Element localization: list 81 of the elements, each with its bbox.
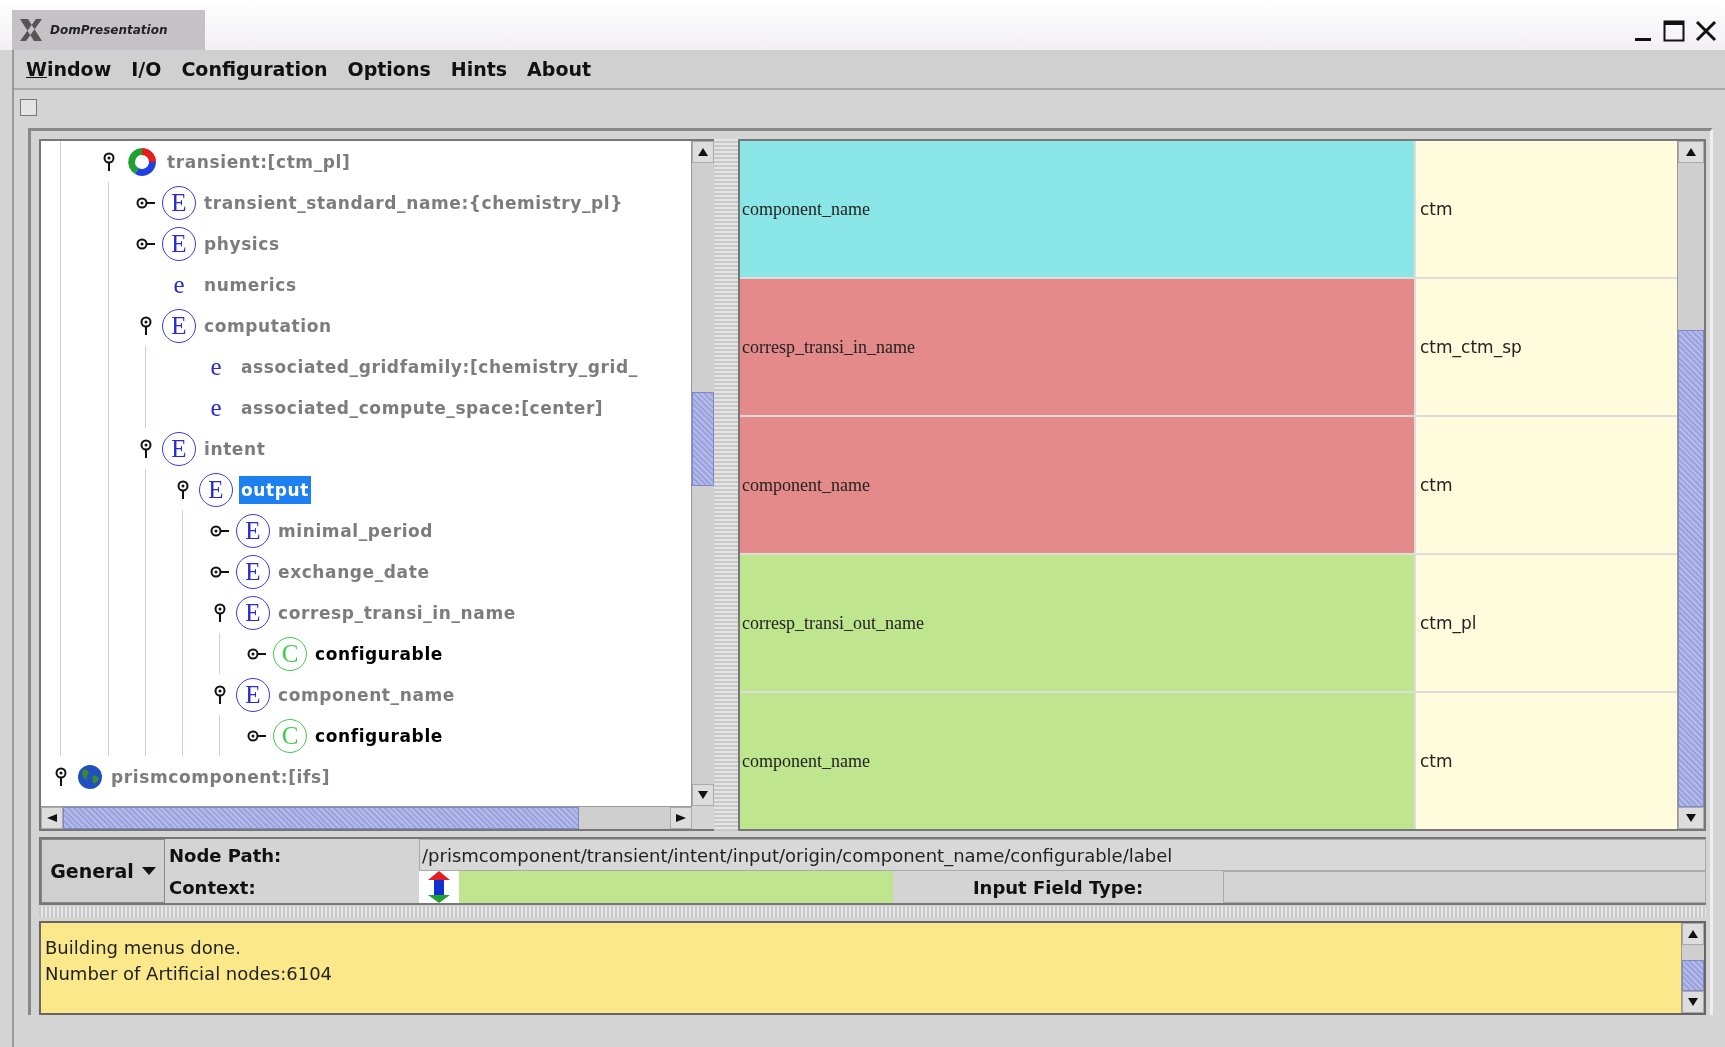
letter-icon: e xyxy=(199,390,233,425)
arrow-up-icon[interactable] xyxy=(1688,930,1698,938)
collapsed-handle-icon[interactable] xyxy=(247,647,267,660)
table-cell: ctm xyxy=(1416,141,1677,277)
collapsed-handle-icon[interactable] xyxy=(247,729,267,742)
tree-node[interactable]: associated_gridfamily:[chemistry_grid_ xyxy=(239,352,640,381)
context-label: Context: xyxy=(169,876,257,898)
tree-node[interactable]: configurable xyxy=(313,639,445,668)
tree-node[interactable]: minimal_period xyxy=(276,516,436,545)
scrollbar-thumb[interactable] xyxy=(692,392,714,486)
collapsed-handle-icon[interactable] xyxy=(136,237,156,250)
letter-icon: e xyxy=(199,349,233,384)
tree-node[interactable]: numerics xyxy=(202,270,299,299)
expanded-handle-icon[interactable] xyxy=(55,766,67,787)
tree-node[interactable]: transient:[ctm_pl] xyxy=(165,147,353,176)
expanded-handle-icon[interactable] xyxy=(140,438,152,459)
menu-item[interactable]: Hints xyxy=(450,58,508,80)
node-path-field[interactable]: /prismcomponent/transient/intent/input/origin/component_name/configurable/label xyxy=(419,839,1706,871)
tree-node[interactable]: component_name xyxy=(276,680,457,709)
arrow-down-icon[interactable] xyxy=(698,791,708,799)
arrow-up-icon[interactable] xyxy=(1686,148,1696,156)
globe-icon xyxy=(77,763,103,790)
menu-item[interactable]: Configuration xyxy=(181,58,328,80)
arrow-up-icon[interactable] xyxy=(698,148,708,156)
log-line: Building menus done. xyxy=(45,936,242,960)
table-cell: corresp_transi_out_name xyxy=(740,555,1414,691)
node-path-label: Node Path: xyxy=(169,844,283,866)
table-cell: ctm xyxy=(1416,417,1677,553)
tree-node[interactable]: prismcomponent:[ifs] xyxy=(109,762,333,791)
table-cell: ctm_pl xyxy=(1416,555,1677,691)
table-cell: corresp_transi_in_name xyxy=(740,279,1414,415)
table-cell: ctm xyxy=(1416,693,1677,829)
expanded-handle-icon[interactable] xyxy=(214,602,226,623)
scrollbar-thumb[interactable] xyxy=(1678,330,1704,807)
input-field-type-field[interactable] xyxy=(1223,871,1706,903)
vertical-scrollbar[interactable] xyxy=(1677,141,1704,829)
tree-node[interactable]: configurable xyxy=(313,721,445,750)
tree-node[interactable]: exchange_date xyxy=(276,557,432,586)
collapsed-handle-icon[interactable] xyxy=(210,524,230,537)
expanded-handle-icon[interactable] xyxy=(177,479,189,500)
horizontal-scrollbar[interactable] xyxy=(41,806,692,829)
expanded-handle-icon[interactable] xyxy=(140,315,152,336)
vertical-scrollbar[interactable] xyxy=(1681,923,1704,1013)
table-cell: component_name xyxy=(740,141,1414,277)
letter-icon: e xyxy=(162,267,196,302)
arrow-right-icon[interactable] xyxy=(676,814,686,822)
table-cell: component_name xyxy=(740,417,1414,553)
scrollbar-thumb[interactable] xyxy=(1682,959,1704,991)
menu-item[interactable]: Window xyxy=(26,58,112,80)
tree-node[interactable]: computation xyxy=(202,311,334,340)
general-dropdown[interactable]: General xyxy=(41,839,165,903)
arrow-down-icon[interactable] xyxy=(1686,814,1696,822)
menu-item[interactable]: About xyxy=(527,58,592,80)
expanded-handle-icon[interactable] xyxy=(103,151,115,172)
collapsed-handle-icon[interactable] xyxy=(210,565,230,578)
tree-node[interactable]: intent xyxy=(202,434,268,463)
tree-node[interactable]: physics xyxy=(202,229,282,258)
table-cell: ctm_ctm_sp xyxy=(1416,279,1677,415)
table-cell: component_name xyxy=(740,693,1414,829)
arrow-down-icon[interactable] xyxy=(1688,998,1698,1006)
maximize-icon[interactable] xyxy=(1663,20,1685,42)
context-field[interactable] xyxy=(459,871,893,903)
tree-node[interactable]: output xyxy=(239,475,311,504)
vertical-scrollbar[interactable] xyxy=(691,141,714,806)
collapsed-handle-icon[interactable] xyxy=(136,196,156,209)
tree-node[interactable]: associated_compute_space:[center] xyxy=(239,393,606,422)
log-line: Number of Artificial nodes:6104 xyxy=(45,962,334,986)
checkbox[interactable] xyxy=(20,98,37,116)
menu-item[interactable]: Options xyxy=(347,58,431,80)
input-field-type-label: Input Field Type: xyxy=(971,875,1145,900)
caret-icon xyxy=(141,867,156,875)
menu-item[interactable]: I/O xyxy=(131,58,162,80)
scrollbar-thumb[interactable] xyxy=(63,807,579,829)
expanded-handle-icon[interactable] xyxy=(214,684,226,705)
window-title: DomPresentation xyxy=(50,23,168,37)
tree-node[interactable]: transient_standard_name:{chemistry_pl} xyxy=(202,188,625,217)
x-logo-icon xyxy=(18,17,44,43)
close-icon[interactable] xyxy=(1695,20,1717,42)
up-down-arrow-icon[interactable] xyxy=(428,871,450,903)
tree-node[interactable]: corresp_transi_in_name xyxy=(276,598,518,627)
arrow-left-icon[interactable] xyxy=(47,814,57,822)
